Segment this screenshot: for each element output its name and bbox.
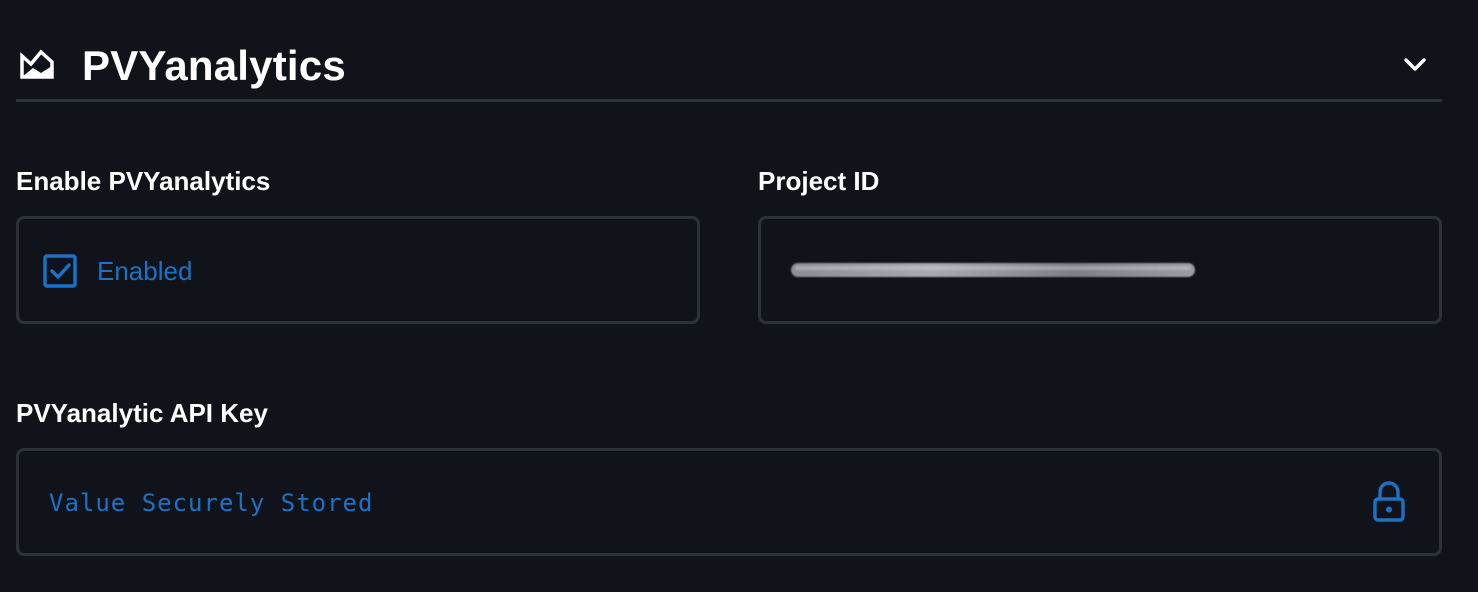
redacted-value xyxy=(791,263,1195,277)
section-title: PVYanalytics xyxy=(82,42,346,89)
project-id-label: Project ID xyxy=(758,166,880,196)
project-id-field[interactable] xyxy=(758,216,1442,324)
analytics-chart-icon xyxy=(20,49,54,79)
enable-label: Enable PVYanalytics xyxy=(16,166,271,196)
section-header[interactable]: PVYanalytics xyxy=(16,28,1442,102)
api-key-value: Value Securely Stored xyxy=(49,489,374,517)
chevron-down-icon[interactable] xyxy=(1402,53,1428,75)
api-key-field[interactable]: Value Securely Stored xyxy=(16,448,1442,556)
api-key-label: PVYanalytic API Key xyxy=(16,398,268,428)
settings-panel: PVYanalytics Enable PVYanalytics Enabled… xyxy=(0,0,1478,592)
checkbox-checked-icon[interactable] xyxy=(43,254,77,288)
enable-field[interactable]: Enabled xyxy=(16,216,700,324)
lock-icon[interactable] xyxy=(1372,481,1406,523)
enabled-checkbox-label[interactable]: Enabled xyxy=(97,255,192,287)
